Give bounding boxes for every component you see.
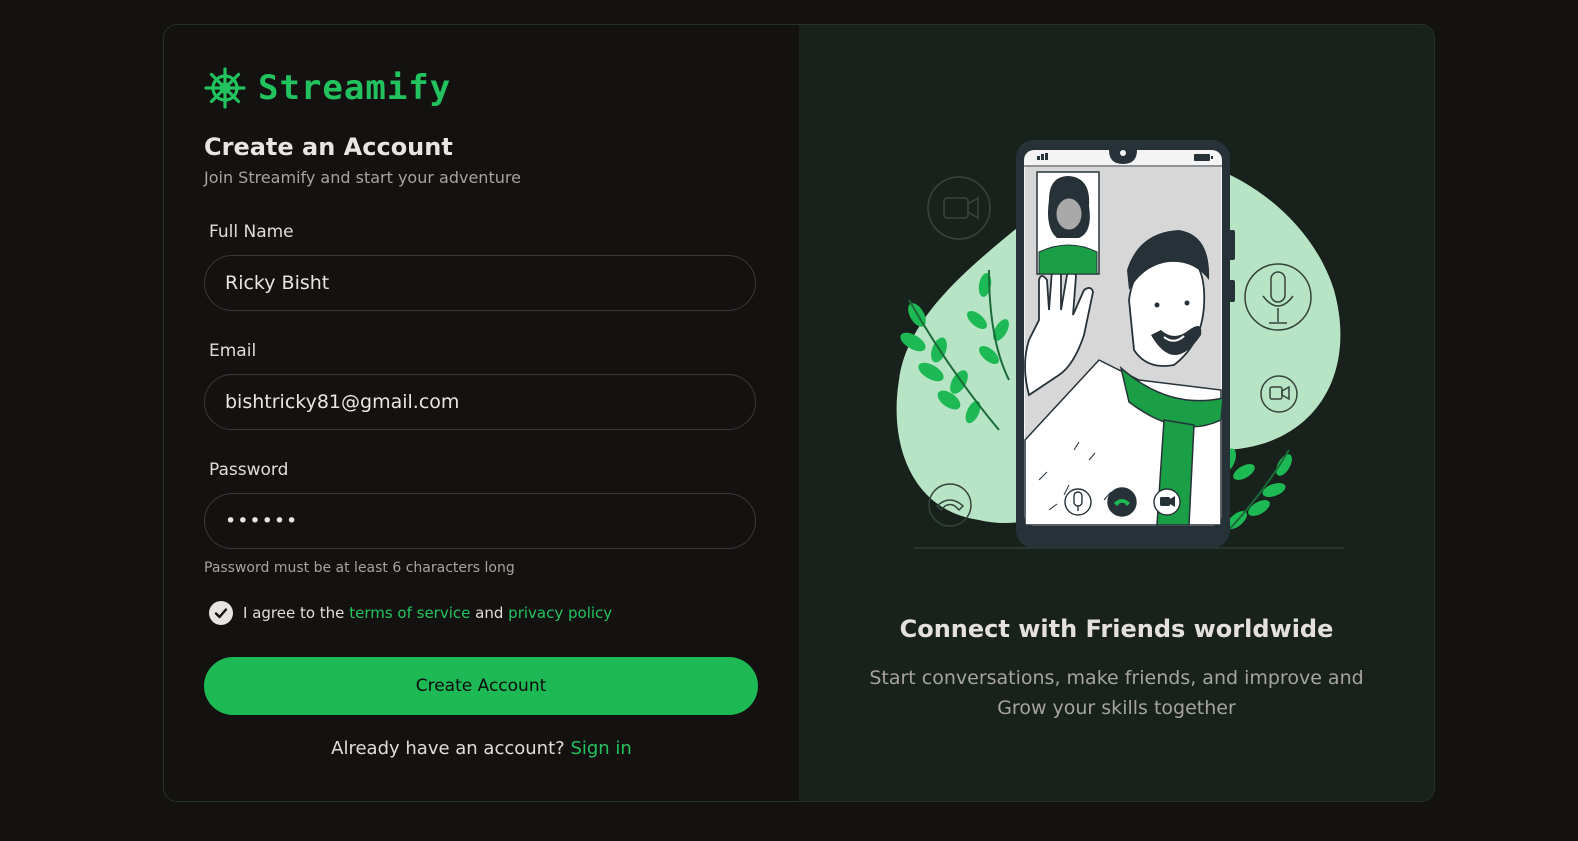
terms-of-service-link[interactable]: terms of service [349,604,470,622]
password-field[interactable] [204,493,756,549]
email-field[interactable] [204,374,756,430]
password-label: Password [209,460,289,480]
promo-panel: Connect with Friends worldwide Start con… [799,25,1434,801]
terms-checkbox[interactable] [209,601,233,625]
full-name-label: Full Name [209,222,294,242]
sign-in-link[interactable]: Sign in [570,738,631,759]
signup-form-panel: Streamify Create an Account Join Streami… [164,25,799,801]
brand-name: Streamify [258,68,452,108]
ship-wheel-icon [204,67,246,109]
terms-agreement: I agree to the terms of service and priv… [209,601,612,625]
brand-logo: Streamify [204,67,451,109]
agree-prefix: I agree to the [243,604,345,622]
page-subtitle: Join Streamify and start your adventure [204,168,521,187]
video-call-illustration [896,140,1344,549]
privacy-policy-link[interactable]: privacy policy [508,604,612,622]
signin-row: Already have an account? Sign in [164,738,799,759]
page-title: Create an Account [204,133,453,161]
check-icon [214,608,228,619]
signup-card: Streamify Create an Account Join Streami… [163,24,1435,802]
promo-title: Connect with Friends worldwide [899,615,1334,643]
signin-prompt: Already have an account? [331,738,565,759]
create-account-button[interactable]: Create Account [204,657,758,715]
promo-text: Start conversations, make friends, and i… [869,667,1364,719]
email-label: Email [209,341,257,361]
password-hint: Password must be at least 6 characters l… [204,560,515,576]
agree-and: and [475,604,504,622]
full-name-field[interactable] [204,255,756,311]
